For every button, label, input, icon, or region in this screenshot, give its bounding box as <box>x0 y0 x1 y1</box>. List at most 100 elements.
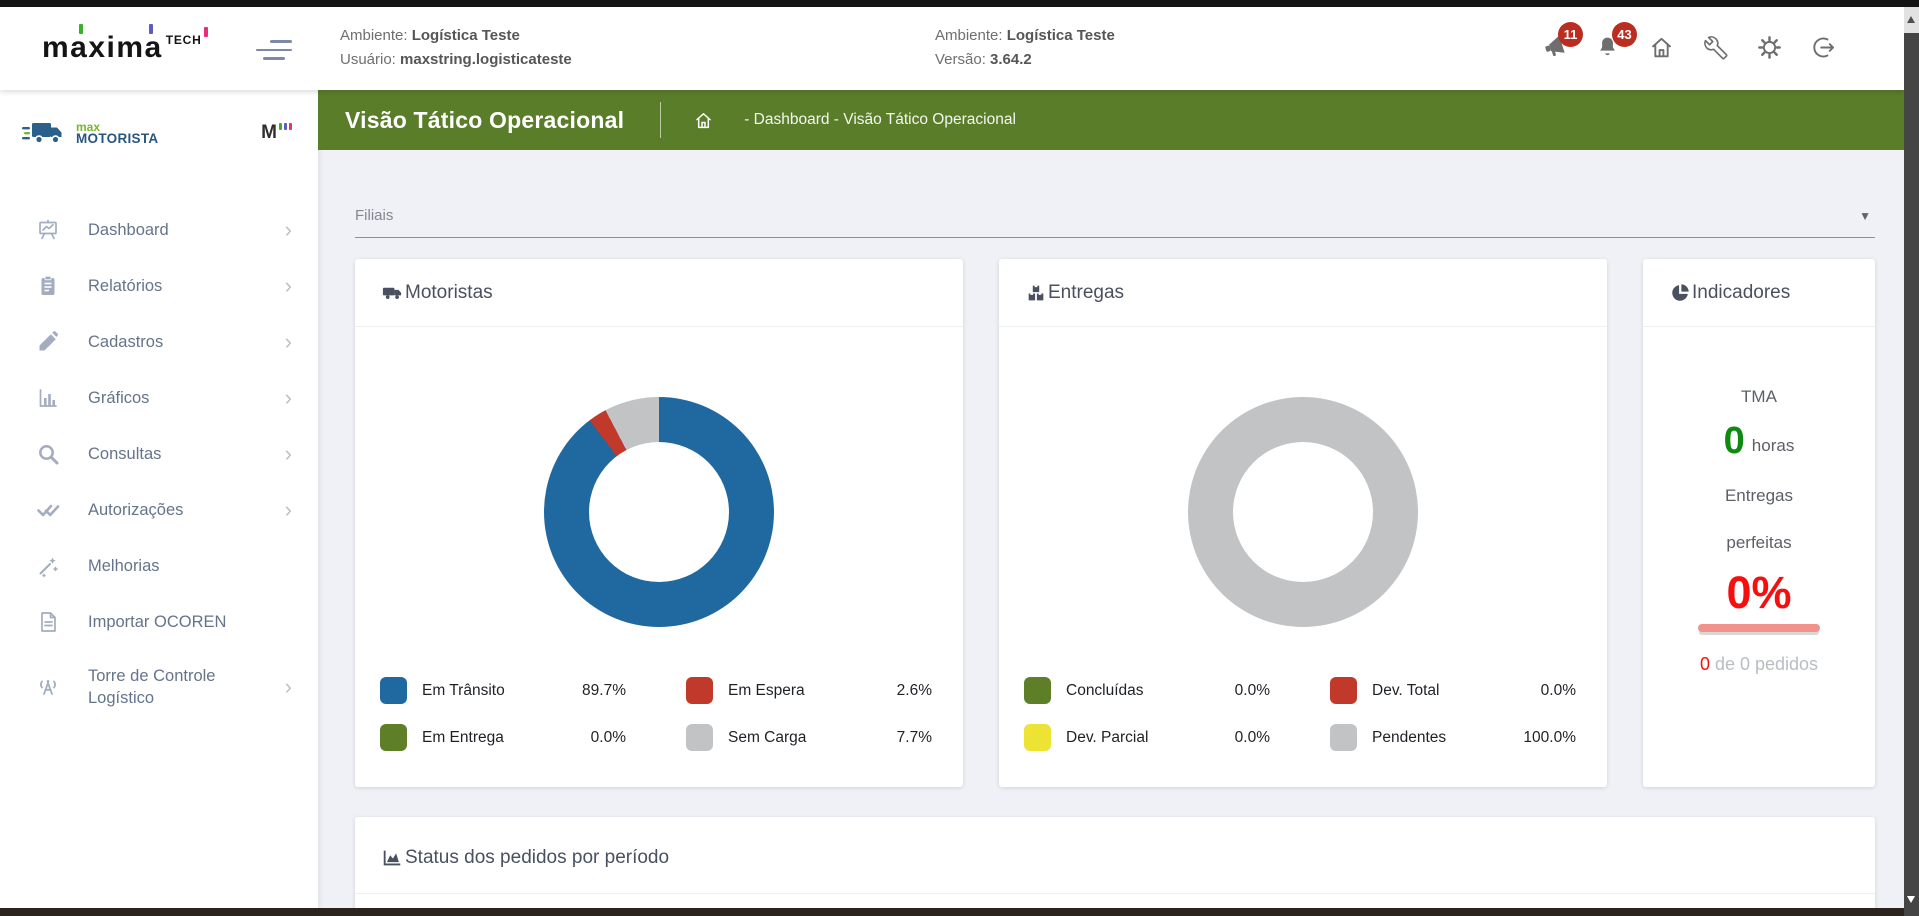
search-icon <box>36 441 62 467</box>
sidebar-item-melhorias[interactable]: Melhorias <box>0 538 318 594</box>
announcements-button[interactable]: 11 <box>1539 33 1568 62</box>
mini-logo-tick-blue <box>284 123 287 130</box>
scrollbar-up-arrow[interactable] <box>1907 16 1915 23</box>
chevron-right-icon: › <box>285 334 292 350</box>
tma-value: 0 <box>1724 423 1745 459</box>
legend-label: Pendentes <box>1372 729 1494 747</box>
card-title: Indicadores <box>1692 282 1790 304</box>
indicadores-card-header: Indicadores <box>1643 259 1875 327</box>
scrollbar-down-arrow[interactable] <box>1907 896 1915 903</box>
logo-accent-green <box>79 24 83 34</box>
dropdown-arrow-icon: ▼ <box>1859 209 1871 223</box>
sidebar-toggle-button[interactable] <box>256 40 292 60</box>
app-header: maximaTECH Ambiente: Logística Teste Usu… <box>0 7 1904 90</box>
legend-item: Pendentes 100.0% <box>1330 724 1582 751</box>
packages-icon <box>1025 282 1047 304</box>
status-pedidos-card: Status dos pedidos por período <box>355 817 1875 908</box>
sidebar-item-label: Relatórios <box>88 275 285 297</box>
ambiente-label: Ambiente: <box>340 27 408 44</box>
legend-swatch <box>1330 724 1357 751</box>
legend-label: Em Espera <box>728 682 850 700</box>
sidebar-item-torre-de-controle[interactable]: Torre de Controle Logístico › <box>0 650 318 724</box>
versao-value: 3.64.2 <box>990 51 1032 68</box>
chevron-right-icon: › <box>285 222 292 238</box>
dashboard-cards-row: Motoristas Em Trânsito 89.7% Em Espera 2… <box>355 259 1875 787</box>
wrench-icon <box>1703 35 1729 61</box>
brand-name: maxima <box>42 31 163 64</box>
legend-label: Sem Carga <box>728 729 850 747</box>
scrollbar-thumb[interactable] <box>1904 33 1919 916</box>
sidebar-item-consultas[interactable]: Consultas › <box>0 426 318 482</box>
legend-label: Dev. Parcial <box>1066 729 1188 747</box>
legend-swatch <box>1024 724 1051 751</box>
area-chart-icon <box>381 847 403 869</box>
window-bottom-edge <box>0 908 1919 916</box>
breadcrumb-home-link[interactable] <box>693 110 714 131</box>
sidebar: max MOTORISTA M Dashboard › <box>0 90 318 908</box>
legend-value: 100.0% <box>1523 729 1582 747</box>
entregas-card-header: Entregas <box>999 259 1607 327</box>
page-title: Visão Tático Operacional <box>345 107 624 134</box>
gear-icon <box>1756 34 1783 61</box>
entregas-donut-chart <box>1188 397 1418 627</box>
perfect-deliveries-progress-bar <box>1698 624 1820 632</box>
motoristas-chart-area <box>355 397 963 627</box>
sidebar-item-dashboard[interactable]: Dashboard › <box>0 202 318 258</box>
indicadores-card: Indicadores TMA 0 horas Entregas perfeit… <box>1643 259 1875 787</box>
tools-button[interactable] <box>1701 33 1730 62</box>
motoristas-card: Motoristas Em Trânsito 89.7% Em Espera 2… <box>355 259 963 787</box>
sidebar-item-importar-ocoren[interactable]: Importar OCOREN <box>0 594 318 650</box>
bar-chart-icon <box>36 385 62 411</box>
orders-count-number: 0 <box>1700 654 1710 674</box>
brand-suffix: TECH <box>166 33 202 47</box>
perfect-deliveries-line1: Entregas <box>1725 486 1793 506</box>
environment-version-info: Ambiente: Logística Teste Versão: 3.64.2 <box>935 24 1115 72</box>
main-content: Filiais ▼ Motoristas <box>318 150 1904 908</box>
sidebar-item-label: Autorizações <box>88 499 285 521</box>
indicadores-body: TMA 0 horas Entregas perfeitas 0% 0 de 0… <box>1643 387 1875 675</box>
page-scrollbar[interactable] <box>1904 7 1919 916</box>
notifications-button[interactable]: 43 <box>1593 33 1622 62</box>
card-title: Entregas <box>1048 282 1124 304</box>
truck-icon <box>22 118 70 148</box>
announcements-count-badge: 11 <box>1558 22 1583 47</box>
sidebar-item-label: Torre de Controle Logístico <box>88 665 285 709</box>
chevron-right-icon: › <box>285 679 292 695</box>
card-title: Motoristas <box>405 282 493 304</box>
legend-swatch <box>380 677 407 704</box>
legend-value: 0.0% <box>1235 682 1276 700</box>
document-icon <box>36 609 62 635</box>
usuario-value: maxstring.logisticateste <box>400 51 572 68</box>
orders-count-text: 0 de 0 pedidos <box>1700 654 1818 675</box>
settings-button[interactable] <box>1755 33 1784 62</box>
legend-value: 2.6% <box>897 682 938 700</box>
page-titlebar: Visão Tático Operacional - Dashboard - V… <box>318 90 1904 150</box>
sidebar-item-label: Cadastros <box>88 331 285 353</box>
sidebar-item-cadastros[interactable]: Cadastros › <box>0 314 318 370</box>
legend-value: 0.0% <box>1541 682 1582 700</box>
ambiente2-value: Logística Teste <box>1007 27 1115 44</box>
sidebar-item-autorizacoes[interactable]: Autorizações › <box>0 482 318 538</box>
legend-item: Em Entrega 0.0% <box>380 724 632 751</box>
filiais-label: Filiais <box>355 207 393 224</box>
legend-swatch <box>686 677 713 704</box>
chevron-right-icon: › <box>285 446 292 462</box>
home-button[interactable] <box>1647 33 1676 62</box>
legend-label: Dev. Total <box>1372 682 1494 700</box>
logo-accent-pink <box>204 27 208 37</box>
logout-button[interactable] <box>1809 33 1838 62</box>
sidebar-item-graficos[interactable]: Gráficos › <box>0 370 318 426</box>
orders-count-rest: de 0 pedidos <box>1710 654 1818 674</box>
legend-label: Em Trânsito <box>422 682 544 700</box>
sidebar-item-label: Gráficos <box>88 387 285 409</box>
mini-logo-tick-green <box>279 123 282 130</box>
filiais-select[interactable]: Filiais ▼ <box>355 207 1875 238</box>
card-title: Status dos pedidos por período <box>405 847 669 869</box>
usuario-label: Usuário: <box>340 51 396 68</box>
sidebar-item-label: Importar OCOREN <box>88 611 292 633</box>
maxima-mini-logo: M <box>261 122 292 144</box>
legend-value: 0.0% <box>591 729 632 747</box>
entregas-card: Entregas Concluídas 0.0% Dev. Total 0.0% <box>999 259 1607 787</box>
magic-wand-icon <box>36 553 62 579</box>
sidebar-item-relatorios[interactable]: Relatórios › <box>0 258 318 314</box>
